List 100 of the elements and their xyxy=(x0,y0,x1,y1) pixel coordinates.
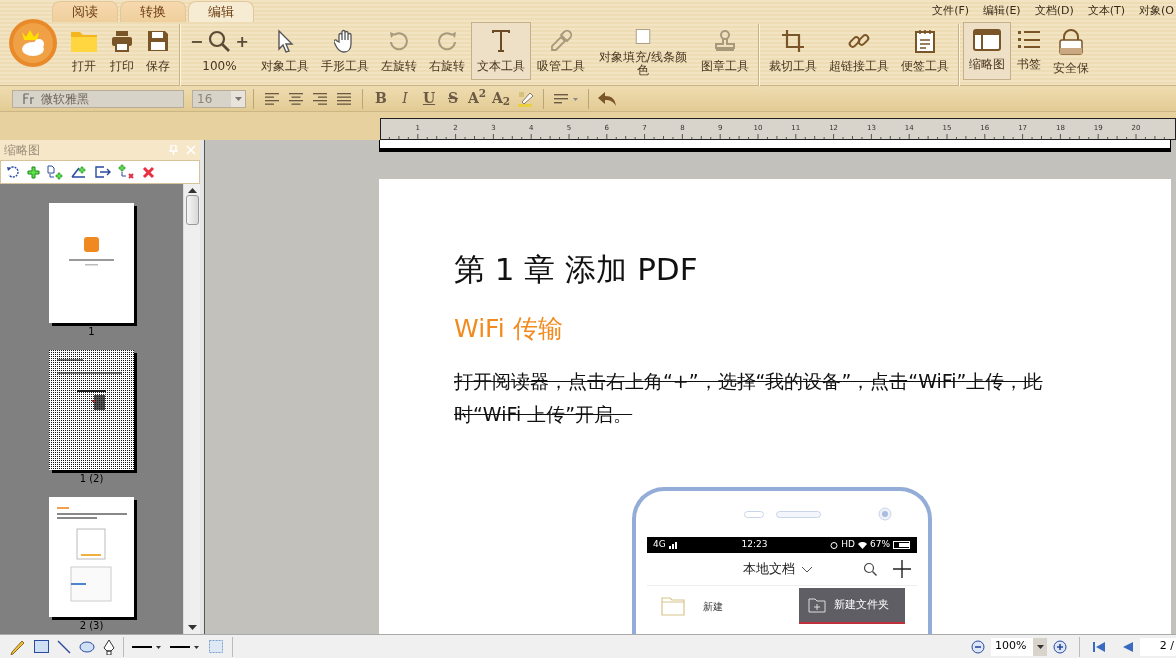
align-left-icon xyxy=(264,90,280,107)
time-label: 12:23 xyxy=(741,538,768,552)
menu-item[interactable]: 文件(F) xyxy=(932,2,970,20)
ribbon-tab[interactable]: 阅读 xyxy=(52,1,118,22)
zoom-out-sign[interactable]: − xyxy=(190,34,204,48)
italic-button[interactable]: I xyxy=(394,88,416,109)
justify-icon xyxy=(336,90,352,107)
folder-icon xyxy=(70,29,98,53)
sub-button[interactable]: A$_{2}$ xyxy=(490,88,512,109)
popup-menu-item[interactable]: 新建文件夹 xyxy=(799,588,905,624)
toolbar-button[interactable]: 超链接工具 xyxy=(822,22,895,80)
camera-icon xyxy=(878,507,892,521)
wifi-icon xyxy=(857,541,867,549)
crop-icon xyxy=(780,29,805,53)
page-thumbnail[interactable] xyxy=(49,497,134,617)
menu-item[interactable]: 文本(T) xyxy=(1087,2,1126,20)
zoom-button[interactable]: − + 100% xyxy=(184,22,255,80)
zoom-field[interactable]: 100% xyxy=(991,637,1047,656)
selection-icon xyxy=(208,639,224,654)
thumbnail-label: 1 (2) xyxy=(78,473,105,485)
align-right-icon xyxy=(312,90,328,107)
signal-icon xyxy=(668,541,679,549)
toolbar-button[interactable]: 吸管工具 xyxy=(530,22,591,80)
zoom-in-sign[interactable]: + xyxy=(235,34,249,48)
page-thumbnail[interactable] xyxy=(49,350,134,470)
delete-icon xyxy=(142,165,155,179)
lock-icon xyxy=(1056,29,1085,55)
toolbar-button[interactable]: 安全保 xyxy=(1046,22,1095,80)
toolbar-button[interactable]: 缩略图 xyxy=(962,22,1011,80)
toolbar-button[interactable]: 便签工具 xyxy=(894,22,955,80)
scroll-up-icon xyxy=(187,188,197,193)
align-center-icon xyxy=(288,90,304,107)
status-label: HD xyxy=(841,538,855,552)
bold-button[interactable]: B xyxy=(370,88,392,109)
logo-icon xyxy=(8,18,58,68)
toolbar-button[interactable]: 书签 xyxy=(1010,22,1047,80)
toolbar-button[interactable]: 打开 xyxy=(64,22,104,80)
alarm-icon xyxy=(830,541,839,549)
toolbar-button[interactable]: 保存 xyxy=(140,22,176,80)
rectangle-icon xyxy=(34,640,49,653)
toolbar-button[interactable]: 文本工具 xyxy=(470,22,531,80)
folder-name: 新建 xyxy=(703,599,723,614)
page-add-icon xyxy=(47,164,64,180)
export-icon xyxy=(95,166,111,178)
close-icon xyxy=(186,145,196,155)
pencil-icon xyxy=(10,638,26,655)
scroll-down-icon xyxy=(187,625,197,630)
zoom-out-icon xyxy=(971,639,985,654)
super-button[interactable]: A$^{2}$ xyxy=(466,88,488,109)
thumbnail-label: 2 (3) xyxy=(78,620,105,632)
toolbar-button[interactable]: 裁切工具 xyxy=(762,22,823,80)
scrollbar-thumb[interactable] xyxy=(185,195,199,225)
line-icon xyxy=(57,639,71,654)
list-icon xyxy=(1016,29,1041,51)
toolbar-button[interactable]: 左旋转 xyxy=(374,22,423,80)
thumbnail-label: 1 xyxy=(87,326,96,338)
font-field[interactable]: 微软雅黑 xyxy=(12,89,184,108)
line-spacing-icon xyxy=(553,91,579,106)
ribbon-tab[interactable]: 转换 xyxy=(120,1,186,22)
toolbar-button[interactable]: 手形工具 xyxy=(314,22,375,80)
panel-layout-icon xyxy=(972,29,1001,51)
network-label: 4G xyxy=(653,538,666,552)
toolbar-button[interactable]: 图章工具 xyxy=(694,22,755,80)
eyedropper-icon xyxy=(548,29,573,53)
zoom-in-icon xyxy=(1053,639,1067,654)
pin-icon xyxy=(169,145,178,155)
undo-icon xyxy=(597,90,617,107)
notepad-icon xyxy=(913,29,936,53)
caret-icon xyxy=(234,96,242,101)
folder-icon xyxy=(661,596,685,616)
rotate-icon xyxy=(6,165,20,179)
menu-item[interactable]: 编辑(E) xyxy=(983,2,1021,20)
add-icon xyxy=(27,165,40,179)
toolbar-button[interactable]: 对象工具 xyxy=(254,22,315,80)
toolbar-button[interactable]: 对象填充/线条颜色 xyxy=(590,22,695,80)
first-page-icon xyxy=(1092,639,1106,654)
panel-title: 缩略图 xyxy=(4,142,40,159)
ribbon-tab[interactable]: 编辑 xyxy=(188,1,254,22)
toolbar-button[interactable]: 右旋转 xyxy=(422,22,471,80)
strike-button[interactable]: S xyxy=(442,88,464,109)
underline-button[interactable]: U xyxy=(418,88,440,109)
chapter-heading: 第 1 章 添加 PDF xyxy=(454,251,699,287)
body-paragraph: 打开阅读器，点击右上角“+”，选择“我的设备”，点击“WiFi”上传，此时“WiFi 上传”开启。 xyxy=(454,369,1044,427)
chevron-down-icon xyxy=(801,565,813,573)
screen-title: 本地文档 xyxy=(743,560,795,579)
menu-item[interactable]: 对象(O xyxy=(1139,2,1174,20)
stamp-icon xyxy=(712,29,737,53)
page-number-field[interactable]: 2 / xyxy=(1140,637,1176,656)
search-icon xyxy=(207,29,232,53)
page-thumbnail[interactable] xyxy=(49,203,134,323)
menu-item[interactable]: 文档(D) xyxy=(1034,2,1074,20)
search-icon xyxy=(863,562,877,576)
section-heading: WiFi 传输 xyxy=(454,313,564,345)
toolbar-button[interactable]: 打印 xyxy=(104,22,140,80)
highlighter-icon xyxy=(516,89,534,108)
battery-icon xyxy=(893,541,911,549)
insert-remove-icon xyxy=(118,164,135,180)
battery-label: 67% xyxy=(869,538,890,552)
printer-icon xyxy=(110,29,134,53)
ellipse-icon xyxy=(79,640,95,653)
